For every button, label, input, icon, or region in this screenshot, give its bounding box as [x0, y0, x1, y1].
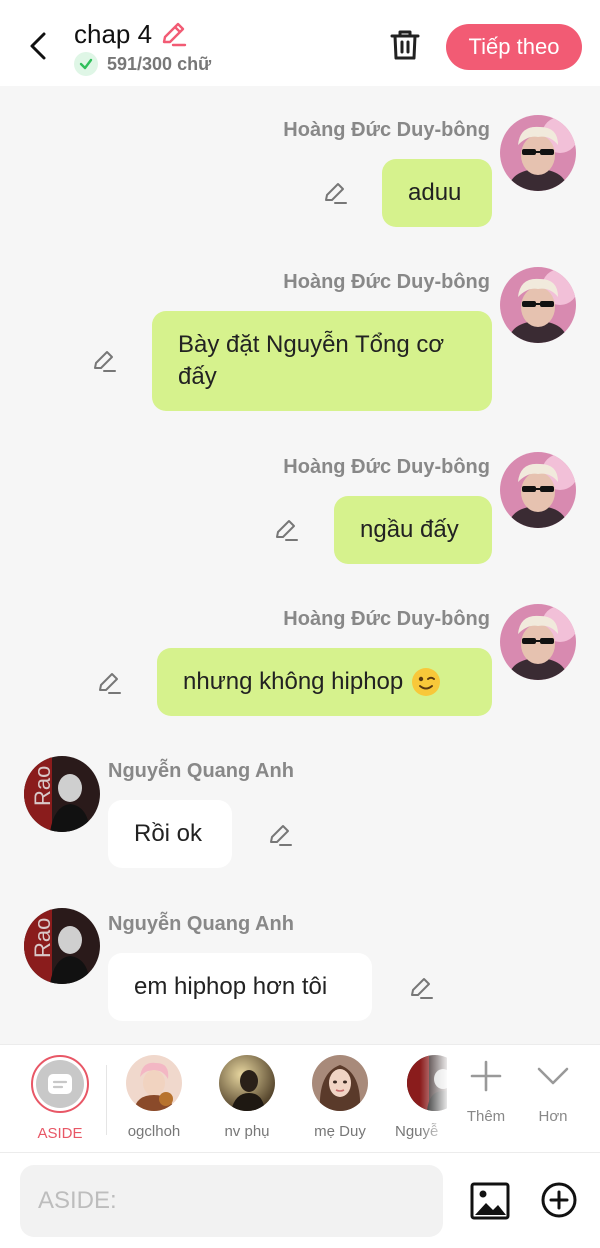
avatar-quang-anh[interactable]: Rao	[24, 908, 100, 984]
avatar-duy[interactable]	[500, 604, 576, 680]
avatar-duy[interactable]	[500, 267, 576, 343]
message-text: nhưng không hiphop	[183, 668, 404, 695]
character-avatar	[219, 1055, 275, 1111]
sender-name: Hoàng Đức Duy-bông	[283, 271, 490, 293]
image-icon[interactable]	[470, 1181, 510, 1221]
check-icon	[74, 52, 98, 76]
sender-name: Hoàng Đức Duy-bông	[283, 608, 490, 630]
sender-name: Hoàng Đức Duy-bông	[283, 456, 490, 478]
sender-name: Nguyễn Quang Anh	[108, 913, 294, 935]
edit-message-pencil-icon[interactable]	[89, 346, 119, 376]
character-name: nv phụ	[224, 1123, 270, 1140]
edit-message-pencil-icon[interactable]	[94, 668, 124, 698]
avatar-quang-anh[interactable]: Rao	[24, 756, 100, 832]
character-avatar	[126, 1055, 182, 1111]
edit-message-pencil-icon[interactable]	[320, 178, 350, 208]
message-bubble[interactable]: ngầu đấy	[334, 496, 492, 564]
add-character-button[interactable]: Thêm	[456, 1059, 516, 1125]
edit-message-pencil-icon[interactable]	[271, 515, 301, 545]
plus-icon	[470, 1060, 502, 1092]
word-count: 591/300 chữ	[107, 53, 212, 74]
message-bubble[interactable]: Rồi ok	[108, 800, 232, 868]
composer-bar	[0, 1152, 600, 1248]
character-name: ogclhoh	[127, 1123, 181, 1140]
edit-message-pencil-icon[interactable]	[265, 820, 295, 850]
svg-text:Rao: Rao	[30, 766, 55, 806]
top-bar: chap 4 591/300 chữ Tiếp theo	[0, 0, 600, 86]
svg-text:Rao: Rao	[30, 918, 55, 958]
wink-emoji-icon	[411, 667, 441, 697]
message-text: Bày đặt Nguyễn Tổng cơ đấy	[178, 331, 445, 390]
character-avatar	[312, 1055, 368, 1111]
sender-name: Hoàng Đức Duy-bông	[283, 119, 490, 141]
message-text: em hiphop hơn tôi	[134, 973, 328, 1000]
edit-title-pencil-icon[interactable]	[158, 19, 188, 49]
chapter-title-block: chap 4 591/300 chữ	[74, 18, 211, 76]
back-arrow-icon[interactable]	[18, 26, 58, 66]
message-bubble[interactable]: Bày đặt Nguyễn Tổng cơ đấy	[152, 311, 492, 411]
edit-message-pencil-icon[interactable]	[406, 973, 436, 1003]
avatar-duy[interactable]	[500, 115, 576, 191]
message-text: ngầu đấy	[360, 516, 459, 543]
note-icon	[48, 1074, 72, 1094]
character-name: ASIDE	[37, 1125, 83, 1142]
sender-name: Nguyễn Quang Anh	[108, 760, 294, 782]
fade-overlay	[420, 1045, 450, 1153]
message-bubble[interactable]: aduu	[382, 159, 492, 227]
trash-icon[interactable]	[386, 26, 424, 64]
more-label: Hơn	[538, 1108, 568, 1125]
next-button[interactable]: Tiếp theo	[446, 24, 582, 70]
character-ogclhoh[interactable]: ogclhoh	[114, 1055, 194, 1140]
chevron-down-icon	[537, 1067, 569, 1085]
message-bubble[interactable]: em hiphop hơn tôi	[108, 953, 372, 1021]
aside-avatar	[31, 1055, 89, 1113]
character-selector-bar: ASIDE ogclhoh nv phụ mẹ Duy Nguyễ Thêm H…	[0, 1044, 600, 1153]
chapter-title: chap 4	[74, 19, 153, 49]
message-text: Rồi ok	[134, 820, 203, 847]
message-input[interactable]	[20, 1165, 443, 1237]
message-bubble[interactable]: nhưng không hiphop	[157, 648, 492, 716]
add-label: Thêm	[466, 1108, 506, 1125]
add-circle-icon[interactable]	[540, 1181, 578, 1219]
divider	[106, 1065, 107, 1135]
character-nv-phu[interactable]: nv phụ	[207, 1055, 287, 1140]
character-name: mẹ Duy	[314, 1123, 366, 1140]
avatar-duy[interactable]	[500, 452, 576, 528]
message-text: aduu	[408, 179, 462, 206]
character-me-duy[interactable]: mẹ Duy	[300, 1055, 380, 1140]
character-aside[interactable]: ASIDE	[20, 1055, 100, 1142]
more-button[interactable]: Hơn	[523, 1059, 583, 1125]
